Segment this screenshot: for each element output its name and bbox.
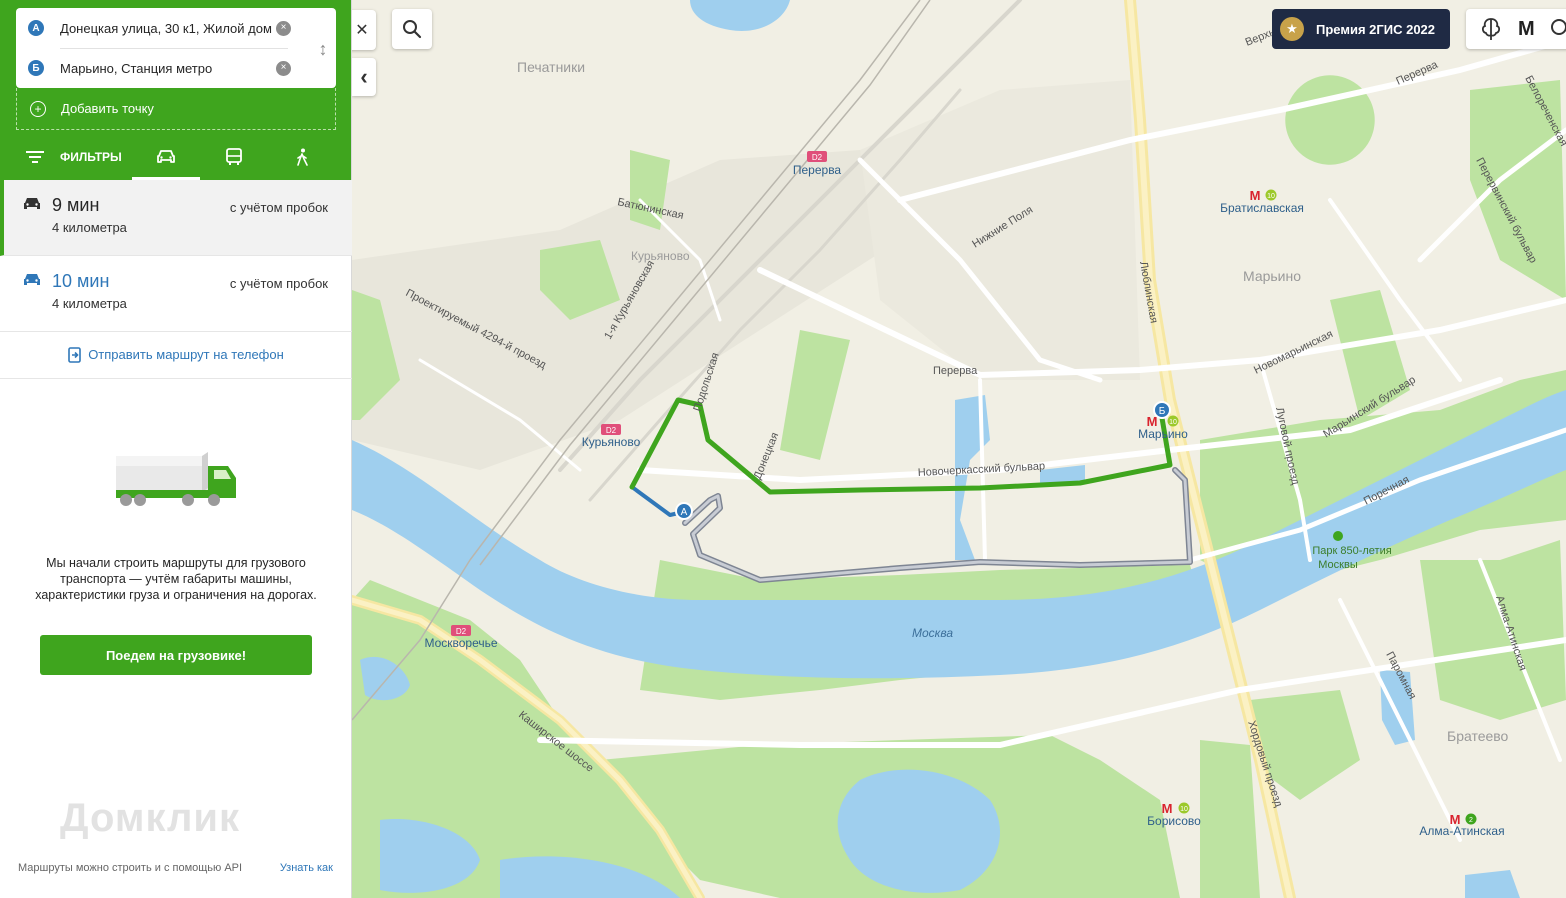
route-sidebar: А Донецкая улица, 30 к1, Жилой дом × Б М… (0, 0, 352, 898)
route-distance: 4 километра (52, 220, 127, 235)
svg-text:Курьяново: Курьяново (582, 435, 641, 449)
close-icon: ✕ (355, 22, 369, 39)
car-icon (24, 198, 40, 209)
add-circle-icon: + (30, 100, 46, 117)
transport-mode-tabs: ФИЛЬТРЫ (0, 134, 352, 180)
medal-icon: ★ (1280, 17, 1304, 41)
close-panel-button[interactable]: ✕ (348, 10, 376, 50)
river-label: Москва (912, 626, 953, 640)
route-inputs-card: А Донецкая улица, 30 к1, Жилой дом × Б М… (16, 8, 336, 88)
filters-label: ФИЛЬТРЫ (60, 150, 122, 164)
car-icon (24, 274, 40, 285)
award-badge[interactable]: ★ Премия 2ГИС 2022 (1272, 9, 1450, 49)
svg-text:Перерва: Перерва (793, 163, 842, 177)
park-label-line2: Москвы (1318, 559, 1358, 571)
point-b-input[interactable]: Марьино, Станция метро (60, 61, 272, 76)
metro-layer-button[interactable]: М (1518, 18, 1535, 41)
svg-text:А: А (681, 507, 688, 518)
chevron-left-icon: ‹ (360, 64, 368, 89)
bus-icon (226, 148, 242, 165)
point-b-pin-icon: Б (28, 60, 44, 76)
park-label-line1: Парк 850-летия (1312, 545, 1391, 557)
svg-text:Москворечье: Москворечье (424, 636, 497, 650)
send-icon (68, 346, 81, 363)
svg-text:Марьино: Марьино (1138, 427, 1188, 441)
search-button[interactable] (392, 9, 432, 49)
point-a-pin-icon: А (28, 20, 44, 36)
route-traffic-note: с учётом пробок (229, 200, 328, 215)
svg-text:10: 10 (1180, 806, 1188, 813)
svg-text:D2: D2 (812, 153, 823, 162)
route-time: 9 мин (52, 195, 100, 215)
route-option-2[interactable]: 10 мин 4 километра с учётом пробок (0, 256, 352, 332)
truck-promo-text: Мы начали строить маршруты для грузового… (35, 556, 317, 602)
clear-icon[interactable]: × (276, 60, 291, 76)
bike-icon[interactable] (1549, 16, 1566, 43)
tab-car[interactable] (132, 134, 200, 180)
svg-text:Братиславская: Братиславская (1220, 201, 1304, 215)
svg-text:2: 2 (1469, 817, 1473, 824)
svg-text:10: 10 (1169, 419, 1177, 426)
street-label: Перерва (933, 365, 978, 377)
truck-icon (116, 452, 236, 506)
search-icon (403, 20, 422, 39)
map-layers-toolbar: М (1466, 9, 1566, 49)
district-label: Марьино (1243, 268, 1301, 284)
collapse-panel-button[interactable]: ‹ (352, 58, 376, 96)
route-time: 10 мин (52, 271, 110, 291)
point-a-input[interactable]: Донецкая улица, 30 к1, Жилой дом (60, 21, 272, 36)
domclick-watermark: Домклик (60, 796, 241, 840)
route-form-header: А Донецкая улица, 30 к1, Жилой дом × Б М… (0, 0, 351, 180)
svg-text:D2: D2 (456, 627, 467, 636)
point-a-row[interactable]: А Донецкая улица, 30 к1, Жилой дом × (16, 8, 316, 48)
tab-public-transport[interactable] (200, 134, 268, 180)
clear-icon[interactable]: × (276, 20, 291, 36)
car-icon (157, 150, 175, 163)
route-distance: 4 километра (52, 296, 127, 311)
tree-icon[interactable] (1478, 17, 1504, 41)
add-point-label: Добавить точку (61, 101, 154, 116)
svg-text:Алма-Атинская: Алма-Атинская (1419, 824, 1504, 838)
route-option-1[interactable]: 9 мин 4 километра с учётом пробок (0, 180, 352, 256)
add-point-button[interactable]: + Добавить точку (16, 88, 336, 130)
swap-points-icon[interactable]: ↕ (316, 36, 330, 62)
svg-text:Б: Б (1159, 406, 1166, 417)
filter-icon (26, 151, 44, 163)
park-tree-icon (1333, 531, 1343, 541)
api-footer-text: Маршруты можно строить и с помощью API (18, 862, 243, 874)
district-label: Курьяново (631, 249, 690, 263)
route-traffic-note: с учётом пробок (229, 276, 328, 291)
point-b-row[interactable]: Б Марьино, Станция метро × (16, 48, 316, 88)
tab-walk[interactable] (268, 134, 336, 180)
send-to-phone-link[interactable]: Отправить маршрут на телефон (0, 331, 352, 379)
district-label: Братеево (1447, 728, 1509, 744)
walk-icon (297, 148, 308, 166)
svg-text:D2: D2 (606, 426, 617, 435)
truck-route-button[interactable]: Поедем на грузовике! (40, 635, 312, 675)
marker-a[interactable]: А (675, 502, 693, 520)
send-to-phone-label: Отправить маршрут на телефон (88, 347, 284, 362)
svg-text:Борисово: Борисово (1147, 814, 1201, 828)
award-label: Премия 2ГИС 2022 (1316, 21, 1436, 37)
filters-button[interactable]: ФИЛЬТРЫ (26, 150, 132, 164)
api-learn-link[interactable]: Узнать как (280, 862, 333, 874)
district-label: Печатники (517, 59, 585, 75)
svg-text:10: 10 (1267, 193, 1275, 200)
